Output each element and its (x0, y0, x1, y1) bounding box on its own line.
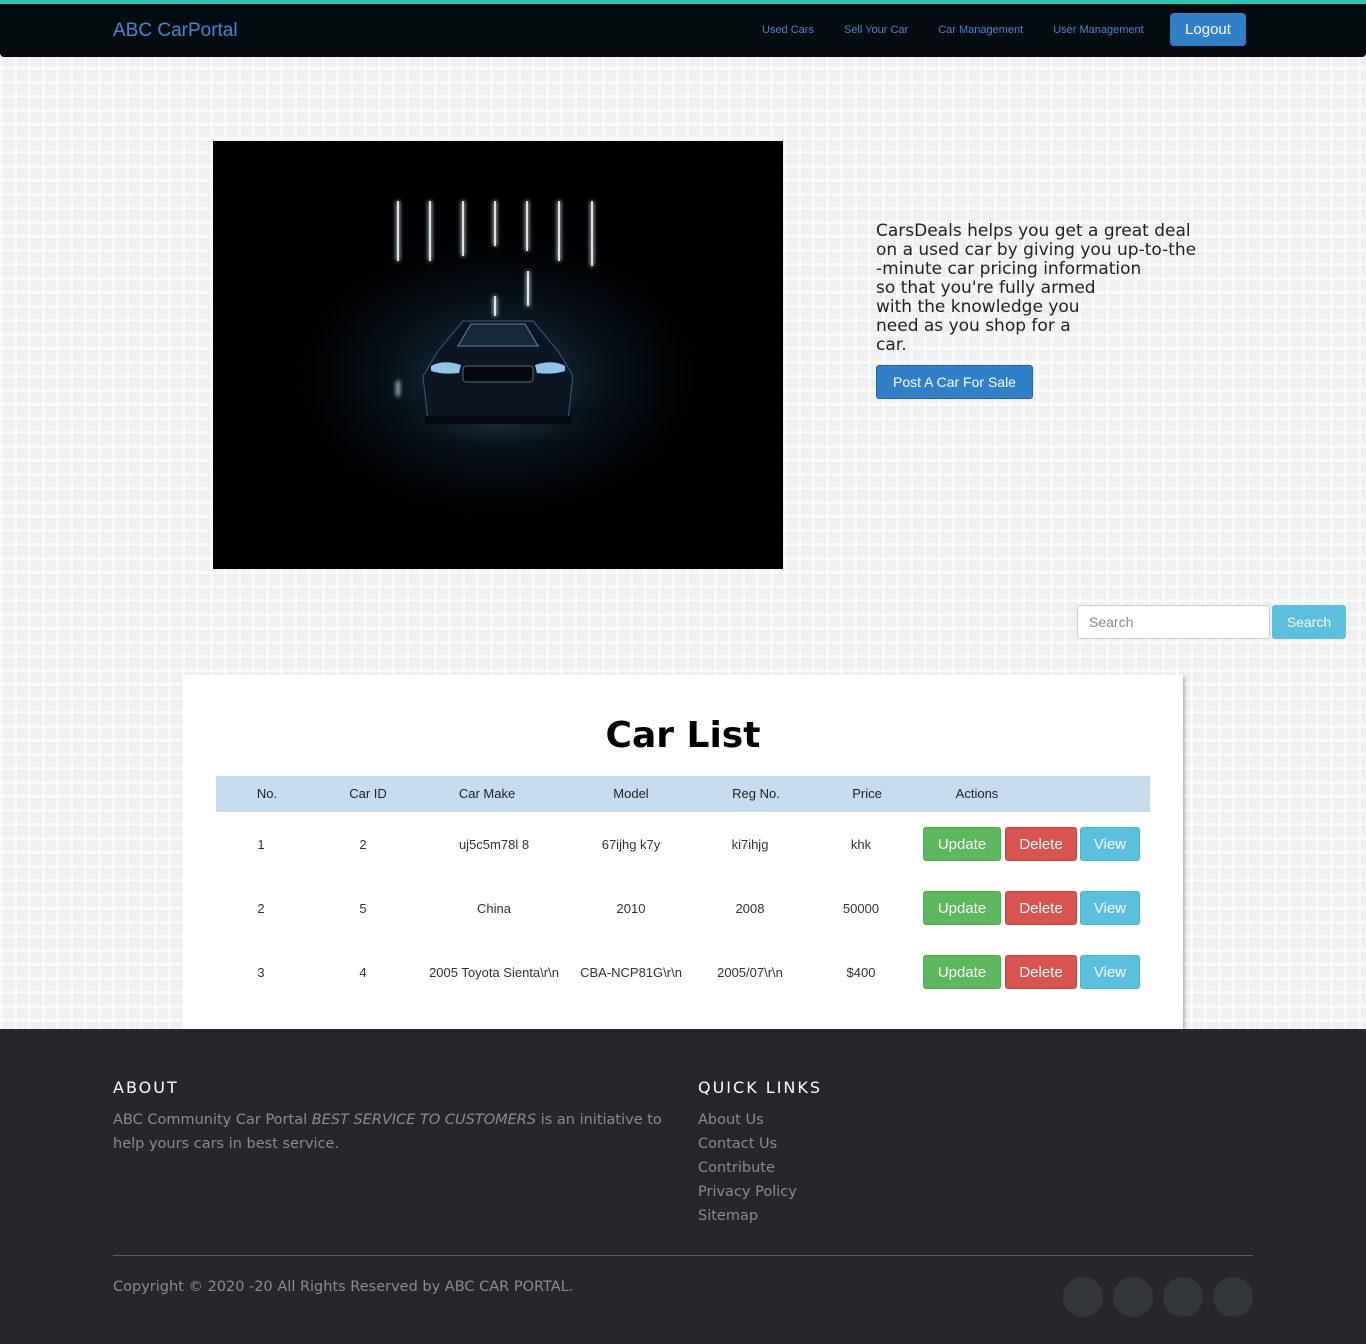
cell-car-make: uj5c5m78l 8 (458, 837, 530, 852)
logout-button[interactable]: Logout (1170, 13, 1246, 46)
delete-button[interactable]: Delete (1005, 827, 1077, 861)
search-input[interactable] (1077, 605, 1270, 639)
hero-text-line: -minute car pricing information (876, 259, 1142, 279)
column-header-actions: Actions (955, 786, 999, 801)
social-icon[interactable] (1213, 1277, 1253, 1317)
car-list-title: Car List (605, 715, 761, 756)
nav-link-sell-your-car[interactable]: Sell Your Car (844, 24, 908, 36)
footer-link-sitemap[interactable]: Sitemap (698, 1204, 797, 1228)
hero-text-line: so that you're fully armed (876, 278, 1096, 298)
navbar: ABC CarPortal Used Cars Sell Your Car Ca… (0, 0, 1366, 57)
cell-price: $400 (846, 965, 876, 980)
cell-model: CBA-NCP81G\r\n (580, 965, 682, 980)
cell-model: 2010 (616, 901, 646, 916)
footer-about-text: ABC Community Car Portal BEST SERVICE TO… (113, 1108, 683, 1156)
column-header-reg-no: Reg No. (732, 786, 780, 801)
cell-car-id: 2 (359, 837, 367, 852)
footer-about-prefix: ABC Community Car Portal (113, 1112, 308, 1128)
footer-copyright: Copyright © 2020 -20 All Rights Reserved… (113, 1279, 574, 1295)
cell-car-id: 5 (359, 901, 367, 916)
car-hero-image (213, 141, 783, 569)
column-header-no: No. (256, 786, 278, 801)
footer-link-about-us[interactable]: About Us (698, 1108, 797, 1132)
cell-car-make: 2005 Toyota Sienta\r\n (429, 965, 559, 980)
cell-reg-no: ki7ihjg (731, 837, 769, 852)
update-button[interactable]: Update (923, 891, 1001, 925)
social-icon[interactable] (1163, 1277, 1203, 1317)
table-row: 3 4 2005 Toyota Sienta\r\n CBA-NCP81G\r\… (216, 954, 1150, 994)
cell-no: 3 (257, 965, 265, 980)
cell-no: 2 (257, 901, 265, 916)
car-list-card: Car List No. Car ID Car Make Model Reg N… (183, 675, 1183, 1030)
cell-reg-no: 2005/07\r\n (717, 965, 783, 980)
hero-text-line: CarsDeals helps you get a great deal (876, 221, 1191, 241)
column-header-model: Model (613, 786, 649, 801)
column-header-price: Price (852, 786, 882, 801)
column-header-car-make: Car Make (458, 786, 516, 801)
social-icon[interactable] (1113, 1277, 1153, 1317)
nav-link-user-management[interactable]: User Management (1053, 24, 1144, 36)
footer-quick-links: About Us Contact Us Contribute Privacy P… (698, 1108, 797, 1228)
cell-no: 1 (257, 837, 265, 852)
footer-about-heading: ABOUT (113, 1078, 179, 1097)
footer-divider (113, 1255, 1253, 1256)
footer-link-privacy-policy[interactable]: Privacy Policy (698, 1180, 797, 1204)
cell-reg-no: 2008 (735, 901, 765, 916)
hero-description: CarsDeals helps you get a great deal on … (876, 222, 1236, 355)
cell-price: 50000 (842, 901, 880, 916)
view-button[interactable]: View (1080, 827, 1140, 861)
nav-link-car-management[interactable]: Car Management (938, 24, 1023, 36)
hero-text-line: need as you shop for a (876, 316, 1071, 336)
delete-button[interactable]: Delete (1005, 891, 1077, 925)
cell-car-make: China (477, 901, 511, 916)
cell-model: 67ijhg k7y (601, 837, 661, 852)
social-icon[interactable] (1063, 1277, 1103, 1317)
brand-logo[interactable]: ABC CarPortal (113, 20, 238, 42)
view-button[interactable]: View (1080, 955, 1140, 989)
footer-link-contribute[interactable]: Contribute (698, 1156, 797, 1180)
update-button[interactable]: Update (923, 955, 1001, 989)
delete-button[interactable]: Delete (1005, 955, 1077, 989)
nav-links: Used Cars Sell Your Car Car Management U… (762, 24, 1144, 36)
hero-text-line: on a used car by giving you up-to-the (876, 240, 1197, 260)
nav-link-used-cars[interactable]: Used Cars (762, 24, 814, 36)
hero-text-line: with the knowledge you (876, 297, 1080, 317)
post-car-for-sale-button[interactable]: Post A Car For Sale (876, 365, 1033, 399)
footer-about-emphasis: BEST SERVICE TO CUSTOMERS (311, 1112, 537, 1128)
hero-text-line: car. (876, 335, 907, 355)
footer-link-contact-us[interactable]: Contact Us (698, 1132, 797, 1156)
update-button[interactable]: Update (923, 827, 1001, 861)
search-button[interactable]: Search (1272, 605, 1346, 639)
view-button[interactable]: View (1080, 891, 1140, 925)
footer: ABOUT ABC Community Car Portal BEST SERV… (0, 1029, 1366, 1344)
cell-car-id: 4 (359, 965, 367, 980)
footer-quick-links-heading: QUICK LINKS (698, 1078, 823, 1097)
cell-price: khk (850, 837, 872, 852)
table-row: 2 5 China 2010 2008 50000 Update Delete … (216, 890, 1150, 930)
column-header-car-id: Car ID (349, 786, 387, 801)
table-header: No. Car ID Car Make Model Reg No. Price … (216, 776, 1150, 812)
table-row: 1 2 uj5c5m78l 8 67ijhg k7y ki7ihjg khk U… (216, 826, 1150, 866)
